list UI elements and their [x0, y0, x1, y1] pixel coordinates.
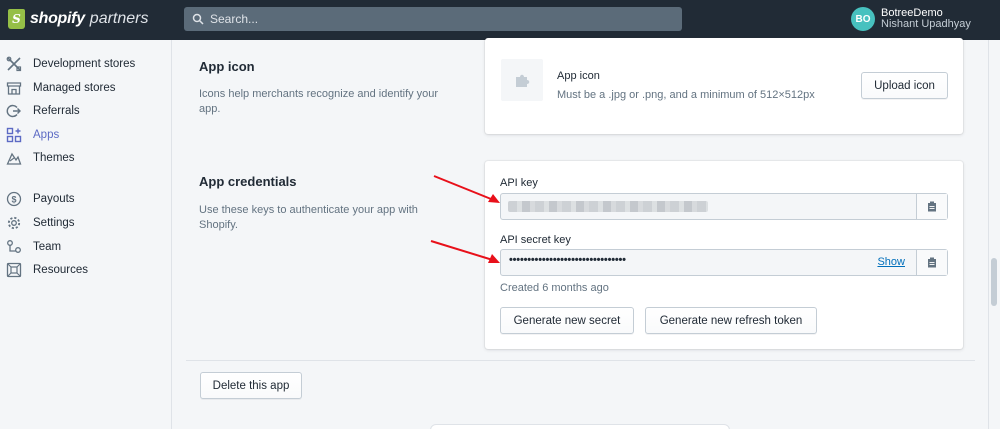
scrollbar-thumb[interactable] [991, 258, 997, 306]
copy-api-key-button[interactable] [916, 194, 947, 219]
store-icon [6, 82, 22, 95]
sidebar-item-referrals[interactable]: Referrals [6, 101, 80, 121]
app-credentials-card: API key API secret key •••••••••••••••••… [485, 161, 963, 349]
avatar: BO [851, 7, 875, 31]
sidebar-item-apps[interactable]: Apps [6, 125, 59, 145]
sidebar-item-managed-stores[interactable]: Managed stores [6, 78, 115, 98]
sidebar: Development stores Managed stores Referr… [0, 40, 172, 429]
referral-icon [6, 104, 21, 118]
created-timestamp: Created 6 months ago [500, 282, 609, 294]
clipboard-icon [928, 257, 936, 268]
api-key-redacted-value [508, 201, 708, 212]
section-divider [186, 360, 975, 361]
generate-new-refresh-token-button[interactable]: Generate new refresh token [645, 307, 817, 334]
shopify-partners-logo[interactable]: shopify partners [8, 9, 149, 29]
themes-icon [6, 152, 22, 165]
api-key-field[interactable] [500, 193, 948, 220]
app-credentials-section-description: Use these keys to authenticate your app … [199, 204, 418, 231]
sidebar-item-label: Settings [33, 217, 75, 229]
sidebar-item-label: Payouts [33, 193, 75, 205]
sidebar-item-label: Referrals [33, 105, 80, 117]
sidebar-item-settings[interactable]: Settings [6, 213, 75, 233]
app-icon-section-title: App icon [199, 59, 255, 74]
sidebar-item-label: Resources [33, 264, 88, 276]
svg-text:$: $ [11, 195, 16, 205]
sidebar-item-label: Team [33, 241, 62, 253]
app-icon-card: App icon Must be a .jpg or .png, and a m… [485, 38, 963, 134]
search-icon [192, 13, 204, 25]
app-icon-card-hint: Must be a .jpg or .png, and a minimum of… [557, 89, 815, 101]
show-secret-link[interactable]: Show [877, 256, 905, 268]
api-secret-key-field[interactable]: •••••••••••••••••••••••••••••••• Show [500, 249, 948, 276]
user-menu[interactable]: BO BotreeDemo Nishant Upadhyay [851, 7, 971, 31]
sidebar-item-themes[interactable]: Themes [6, 148, 75, 168]
delete-app-button[interactable]: Delete this app [200, 372, 302, 399]
logo-suffix-text: partners [89, 10, 149, 27]
sidebar-item-resources[interactable]: Resources [6, 260, 88, 280]
clipboard-icon [928, 201, 936, 212]
puzzle-icon [516, 74, 530, 87]
app-icon-section-description: Icons help merchants recognize and ident… [199, 88, 439, 115]
resources-icon [6, 262, 22, 278]
sidebar-item-payouts[interactable]: $ Payouts [6, 189, 75, 209]
sidebar-item-label: Managed stores [33, 82, 116, 94]
sidebar-item-label: Development stores [33, 58, 136, 70]
sidebar-item-label: Apps [33, 129, 60, 141]
bottom-panel-edge [430, 424, 730, 429]
tools-icon [6, 56, 22, 72]
logo-brand-text: shopify [30, 10, 85, 27]
main-content: App icon Icons help merchants recognize … [172, 38, 988, 429]
user-name: Nishant Upadhyay [881, 18, 971, 30]
team-icon [7, 240, 21, 253]
copy-api-secret-button[interactable] [916, 250, 947, 275]
dollar-icon: $ [6, 191, 22, 207]
app-icon-placeholder [501, 59, 543, 101]
gear-icon [7, 216, 21, 230]
annotation-arrow-api-key [433, 175, 500, 203]
app-credentials-section-title: App credentials [199, 174, 297, 189]
app-icon-card-title: App icon [557, 70, 600, 82]
sidebar-item-development-stores[interactable]: Development stores [6, 54, 135, 74]
upload-icon-button[interactable]: Upload icon [861, 72, 948, 99]
sidebar-item-team[interactable]: Team [6, 237, 61, 257]
api-secret-masked-value: •••••••••••••••••••••••••••••••• [509, 254, 626, 266]
top-bar: shopify partners Search... BO BotreeDemo… [0, 0, 1000, 40]
annotation-arrow-api-secret [430, 240, 500, 263]
sidebar-item-label: Themes [33, 152, 75, 164]
scrollbar[interactable] [988, 40, 1000, 429]
apps-icon [6, 127, 22, 143]
search-input[interactable]: Search... [210, 12, 258, 26]
api-key-label: API key [500, 177, 538, 189]
api-secret-key-label: API secret key [500, 234, 571, 246]
shopify-bag-icon [8, 9, 25, 29]
generate-new-secret-button[interactable]: Generate new secret [500, 307, 634, 334]
search-bar[interactable]: Search... [184, 7, 682, 31]
